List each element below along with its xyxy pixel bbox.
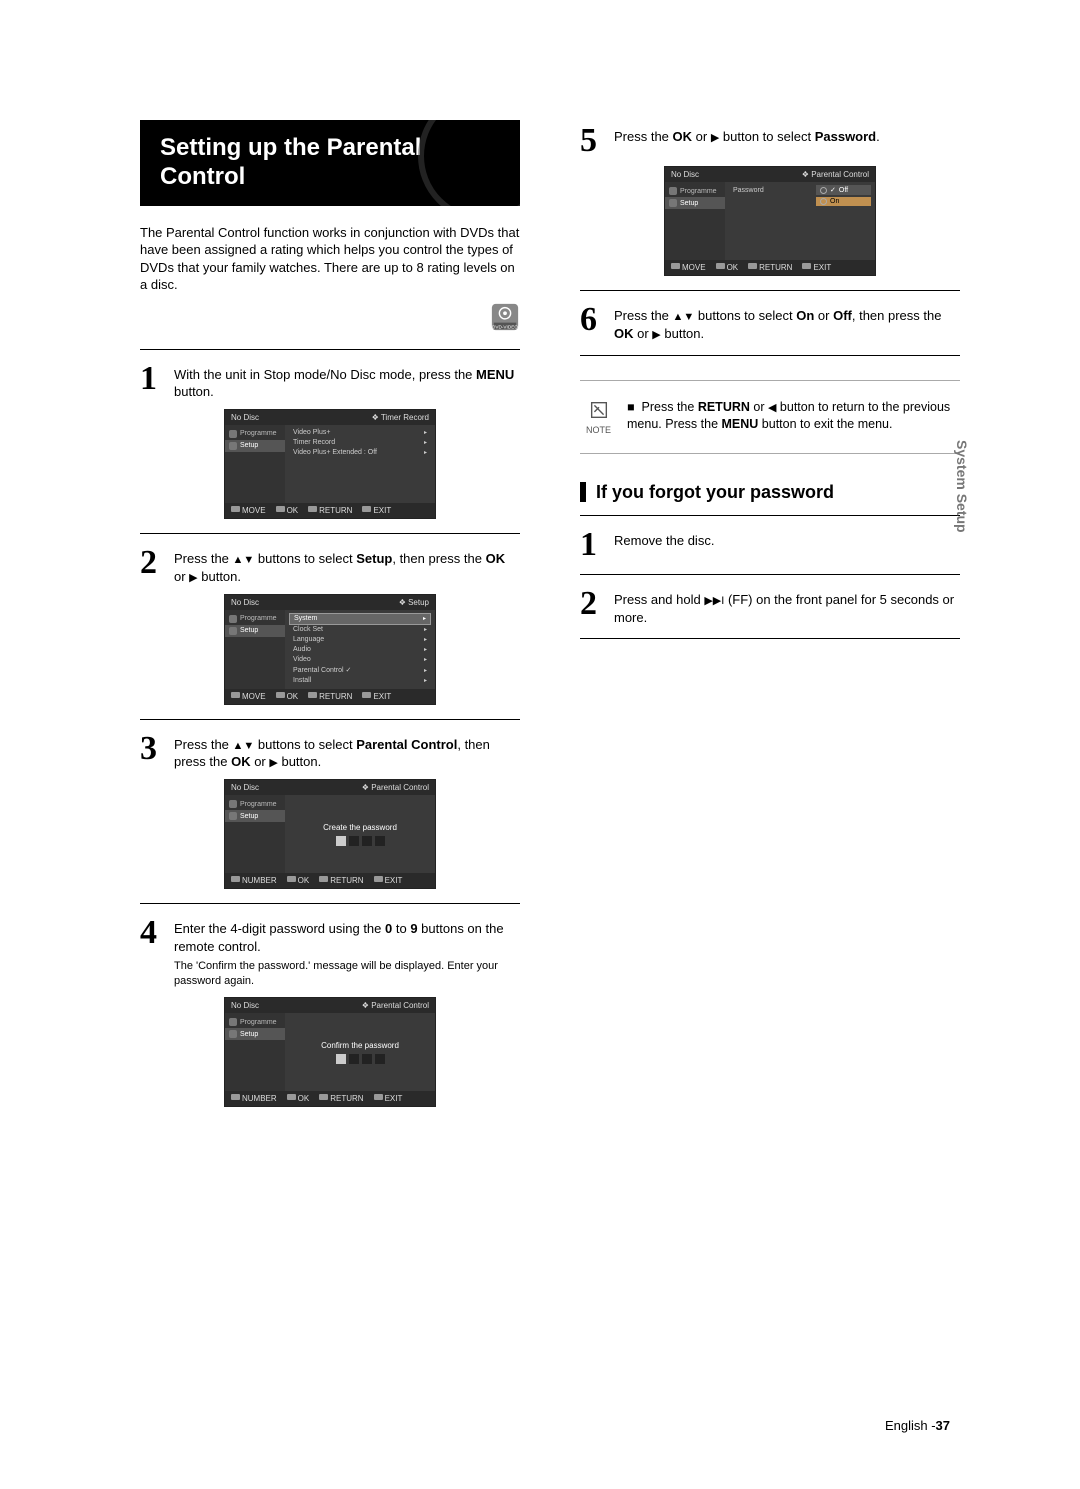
osd-side-programme: Programme: [225, 798, 285, 810]
osd-option-on: On: [816, 197, 871, 206]
osd-row: Language▸: [289, 635, 431, 645]
osd-screenshot-3: No Disc❖ Parental Control Programme Setu…: [224, 779, 436, 889]
divider: [580, 355, 960, 356]
right-icon: ▶: [652, 329, 660, 341]
dvd-video-icon: DVD-VIDEO: [140, 302, 520, 337]
osd-side-setup: Setup: [225, 810, 285, 822]
osd-side-setup: Setup: [225, 625, 285, 637]
osd-caption: Confirm the password: [321, 1041, 399, 1050]
step-text: Press and hold ▶▶I (FF) on the front pan…: [614, 587, 960, 626]
step-text: Press the ▲▼ buttons to select On or Off…: [614, 303, 960, 343]
note-icon: NOTE: [586, 399, 611, 435]
divider: [140, 533, 520, 534]
step-text: With the unit in Stop mode/No Disc mode,…: [174, 362, 520, 401]
step-number: 2: [140, 546, 164, 580]
page-title: Setting up the Parental Control: [140, 120, 520, 206]
step-number: 5: [580, 124, 604, 158]
step-5: 5 Press the OK or ▶ button to select Pas…: [580, 124, 960, 158]
right-icon: ▶: [269, 757, 277, 769]
step-number: 3: [140, 732, 164, 766]
title-art-icon: [418, 120, 520, 206]
step-text: Press the ▲▼ buttons to select Parental …: [174, 732, 520, 772]
divider: [140, 903, 520, 904]
step-text: Press the OK or ▶ button to select Passw…: [614, 124, 960, 146]
osd-row: Video Plus+▸: [289, 428, 431, 438]
note-block: NOTE ■ Press the RETURN or ◀ button to r…: [580, 380, 960, 454]
osd-option-off: ✓ Off: [816, 185, 871, 195]
bullet-icon: ■: [627, 400, 635, 414]
step-number: 1: [140, 362, 164, 396]
divider: [140, 719, 520, 720]
step-2: 2 Press the ▲▼ buttons to select Setup, …: [140, 546, 520, 586]
divider: [140, 349, 520, 350]
forgot-heading: If you forgot your password: [580, 482, 960, 503]
osd-footer: NUMBER OK RETURN EXIT: [225, 873, 435, 888]
divider: [580, 290, 960, 291]
step-6: 6 Press the ▲▼ buttons to select On or O…: [580, 303, 960, 343]
updown-icon: ▲▼: [233, 740, 255, 752]
step-3: 3 Press the ▲▼ buttons to select Parenta…: [140, 732, 520, 772]
osd-row: Parental Control ✓▸: [289, 665, 431, 676]
osd-side-programme: Programme: [665, 185, 725, 197]
step-number: 2: [580, 587, 604, 621]
note-text: ■ Press the RETURN or ◀ button to return…: [627, 399, 954, 434]
title-text: Setting up the Parental Control: [160, 134, 421, 190]
osd-footer: MOVE OK RETURN EXIT: [225, 503, 435, 518]
forgot-step-2: 2 Press and hold ▶▶I (FF) on the front p…: [580, 587, 960, 626]
osd-screenshot-5: No Disc❖ Parental Control Programme Setu…: [664, 166, 876, 276]
osd-footer: MOVE OK RETURN EXIT: [665, 260, 875, 275]
left-column: Setting up the Parental Control The Pare…: [140, 120, 520, 1121]
osd-row: Video Plus+ Extended : Off▸: [289, 448, 431, 458]
step-text: Enter the 4-digit password using the 0 t…: [174, 916, 520, 989]
step-text: Press the ▲▼ buttons to select Setup, th…: [174, 546, 520, 586]
updown-icon: ▲▼: [673, 311, 695, 323]
osd-side-programme: Programme: [225, 428, 285, 440]
intro-paragraph: The Parental Control function works in c…: [140, 224, 520, 294]
step-text: Remove the disc.: [614, 528, 960, 550]
step-number: 4: [140, 916, 164, 950]
right-icon: ▶: [189, 572, 197, 584]
osd-caption: Create the password: [323, 823, 397, 832]
osd-side-programme: Programme: [225, 613, 285, 625]
osd-row: Password: [729, 185, 810, 195]
page-sep: -: [928, 1418, 936, 1433]
section-tab: System Setup: [954, 440, 970, 533]
heading-bar-icon: [580, 482, 586, 502]
step-subtext: The 'Confirm the password.' message will…: [174, 959, 520, 989]
forgot-step-1: 1 Remove the disc.: [580, 528, 960, 562]
heading-text: If you forgot your password: [596, 482, 834, 503]
step-1: 1 With the unit in Stop mode/No Disc mod…: [140, 362, 520, 401]
osd-screenshot-1: No Disc❖ Timer Record Programme Setup Vi…: [224, 409, 436, 519]
osd-screenshot-4: No Disc❖ Parental Control Programme Setu…: [224, 997, 436, 1107]
divider: [580, 574, 960, 575]
note-label: NOTE: [586, 425, 611, 435]
osd-side-programme: Programme: [225, 1016, 285, 1028]
osd-screenshot-2: No Disc❖ Setup Programme Setup System▸ C…: [224, 594, 436, 705]
osd-row: Audio▸: [289, 645, 431, 655]
osd-side-setup: Setup: [225, 1028, 285, 1040]
divider: [580, 638, 960, 639]
ff-icon: ▶▶I: [704, 595, 724, 607]
svg-text:DVD-VIDEO: DVD-VIDEO: [492, 324, 518, 329]
osd-row: System▸: [289, 613, 431, 625]
osd-side-setup: Setup: [665, 197, 725, 209]
page-number: 37: [936, 1418, 950, 1433]
osd-footer: NUMBER OK RETURN EXIT: [225, 1091, 435, 1106]
password-boxes: [336, 836, 385, 846]
osd-row: Video▸: [289, 655, 431, 665]
osd-row: Install▸: [289, 676, 431, 686]
updown-icon: ▲▼: [233, 554, 255, 566]
step-number: 6: [580, 303, 604, 337]
step-number: 1: [580, 528, 604, 562]
right-column: 5 Press the OK or ▶ button to select Pas…: [580, 120, 960, 1121]
osd-footer: MOVE OK RETURN EXIT: [225, 689, 435, 704]
password-boxes: [336, 1054, 385, 1064]
divider: [580, 515, 960, 516]
page-footer: English -37: [885, 1418, 950, 1433]
osd-side-setup: Setup: [225, 440, 285, 452]
osd-row: Clock Set▸: [289, 625, 431, 635]
step-4: 4 Enter the 4-digit password using the 0…: [140, 916, 520, 989]
page-lang: English: [885, 1418, 928, 1433]
osd-row: Timer Record▸: [289, 438, 431, 448]
